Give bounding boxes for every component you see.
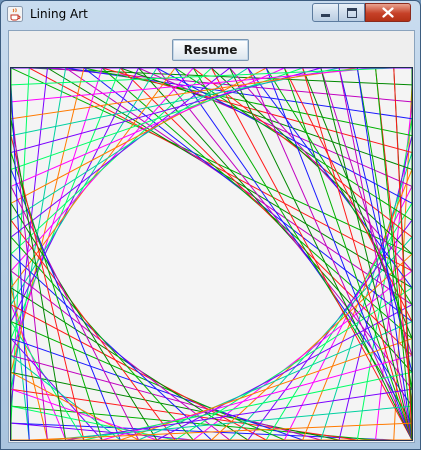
art-line	[247, 68, 412, 440]
lining-art-drawing	[11, 68, 412, 440]
art-line	[265, 68, 412, 440]
close-button[interactable]	[365, 3, 411, 22]
minimize-button[interactable]	[312, 3, 339, 22]
art-line	[211, 68, 412, 255]
title-bar[interactable]: Lining Art	[1, 1, 420, 28]
art-line	[11, 371, 139, 440]
art-line	[11, 68, 231, 238]
close-icon	[382, 7, 394, 18]
maximize-icon	[346, 7, 357, 18]
drawing-canvas	[10, 67, 413, 441]
art-line	[11, 203, 158, 440]
art-line	[283, 68, 412, 440]
art-line	[11, 68, 212, 255]
art-line	[11, 321, 85, 440]
resume-button[interactable]: Resume	[172, 39, 249, 61]
window-title: Lining Art	[30, 7, 88, 21]
app-window: Lining Art Resume	[0, 0, 421, 450]
art-line	[28, 68, 412, 272]
maximize-button[interactable]	[339, 3, 365, 22]
art-line	[211, 253, 412, 440]
art-line	[338, 68, 412, 440]
minimize-icon	[321, 14, 330, 17]
art-line	[229, 68, 412, 272]
art-line	[156, 304, 412, 440]
art-line	[11, 68, 267, 204]
java-cup-icon	[7, 6, 23, 22]
art-line	[11, 236, 194, 440]
content-panel: Resume	[8, 30, 415, 443]
